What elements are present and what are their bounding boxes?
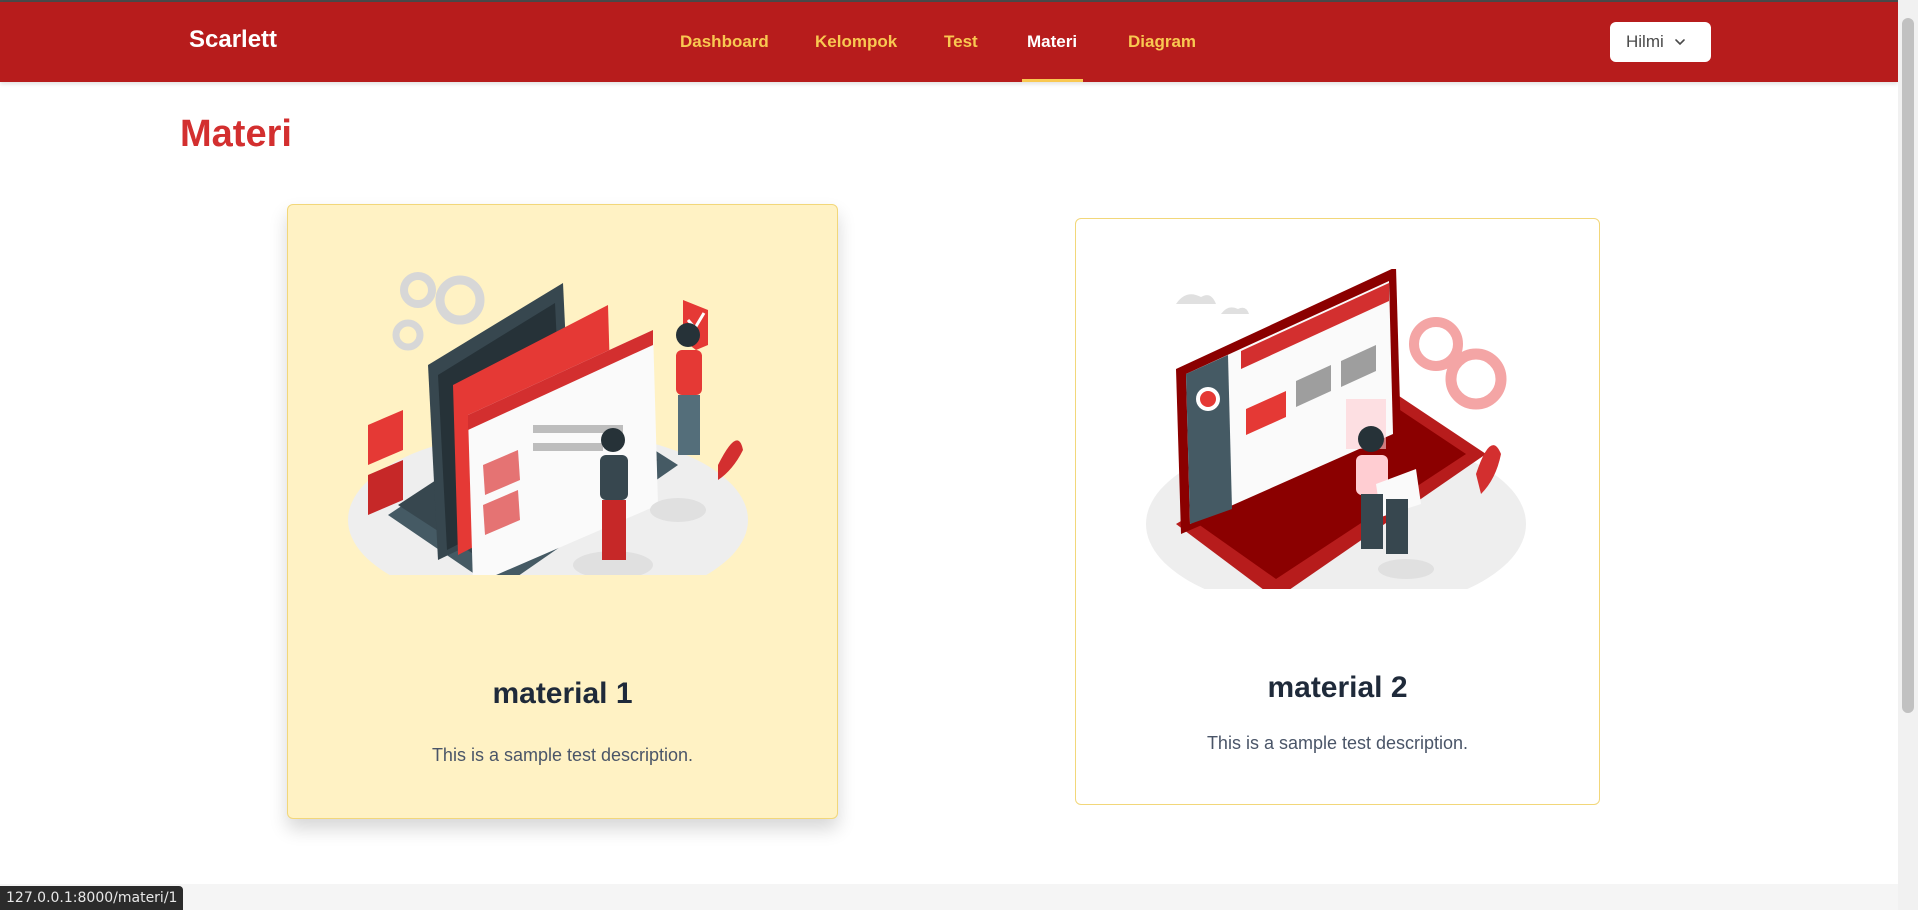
nav-materi[interactable]: Materi [1027, 32, 1077, 52]
material-2-description: This is a sample test description. [1206, 733, 1469, 753]
nav-kelompok[interactable]: Kelompok [815, 32, 897, 52]
navbar: Scarlett Dashboard Kelompok Test Materi … [0, 2, 1898, 82]
material-card-2[interactable]: material 2 This is a sample test descrip… [1075, 218, 1600, 805]
status-bar-url: 127.0.0.1:8000/materi/1 [0, 886, 184, 910]
nav-dashboard[interactable]: Dashboard [680, 32, 769, 52]
page-title: Materi [180, 113, 292, 155]
user-name: Hilmi [1626, 32, 1664, 51]
material-2-title: material 2 [1267, 671, 1408, 704]
material-card-1[interactable]: material 1 This is a sample test descrip… [287, 204, 838, 819]
scrollbar-thumb[interactable] [1902, 18, 1914, 713]
page-bottom-strip [0, 884, 1898, 910]
material-1-description: This is a sample test description. [431, 745, 694, 765]
brand-logo[interactable]: Scarlett [189, 26, 277, 54]
nav-test[interactable]: Test [944, 32, 978, 52]
chevron-down-icon [1674, 39, 1685, 46]
material-1-title: material 1 [492, 677, 633, 710]
material-2-illustration [1146, 269, 1526, 589]
nav-diagram[interactable]: Diagram [1128, 32, 1196, 52]
active-nav-indicator [1022, 79, 1083, 82]
user-menu-button[interactable]: Hilmi [1610, 22, 1711, 62]
material-1-illustration [348, 272, 748, 575]
